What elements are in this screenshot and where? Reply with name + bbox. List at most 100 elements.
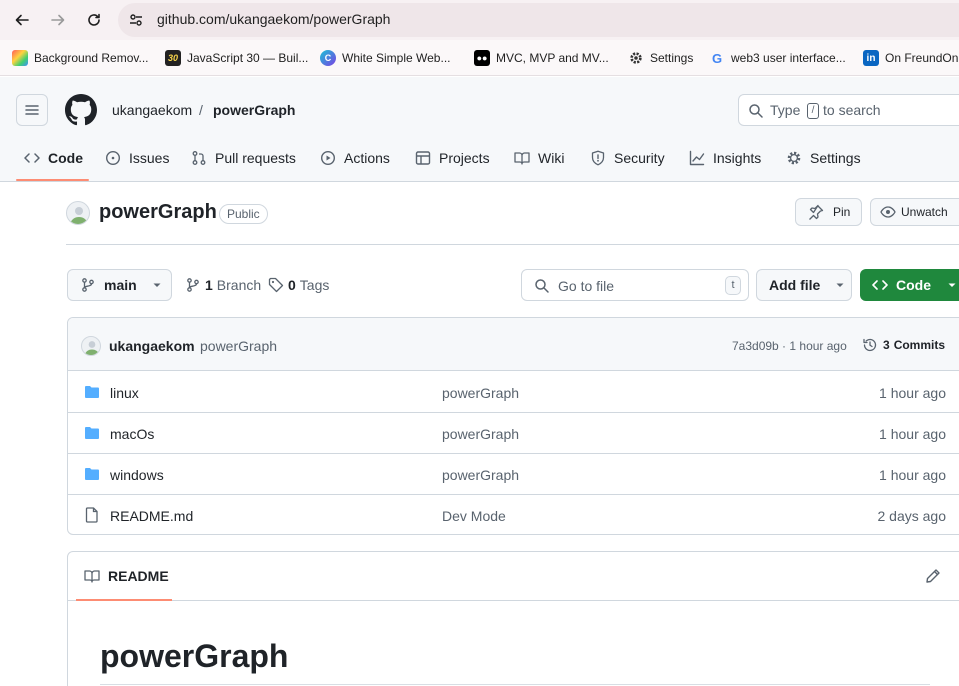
tab-label: Security bbox=[614, 150, 665, 166]
branch-count: 1 bbox=[205, 277, 213, 293]
table-row[interactable]: macOs powerGraph 1 hour ago bbox=[68, 413, 959, 454]
bookmark-item[interactable]: C White Simple Web... bbox=[320, 49, 450, 67]
tag-count: 0 bbox=[288, 277, 296, 293]
global-menu-button[interactable] bbox=[16, 94, 48, 126]
bookmark-label: On FreundOn bbox=[885, 51, 959, 65]
file-age: 2 days ago bbox=[877, 508, 947, 524]
search-icon bbox=[749, 104, 763, 118]
tab-security[interactable]: Security bbox=[590, 148, 665, 168]
divider bbox=[100, 684, 930, 685]
tab-settings[interactable]: Settings bbox=[786, 148, 861, 168]
tab-label: Actions bbox=[344, 150, 390, 166]
tab-label: Code bbox=[48, 150, 83, 166]
branch-selector[interactable]: main bbox=[67, 269, 172, 301]
github-logo-icon[interactable] bbox=[65, 94, 97, 126]
reload-button[interactable] bbox=[80, 6, 108, 34]
branch-icon bbox=[187, 278, 199, 292]
book-icon bbox=[514, 152, 530, 165]
forward-button[interactable] bbox=[44, 6, 72, 34]
bookmark-label: Settings bbox=[650, 51, 694, 65]
tab-code[interactable]: Code bbox=[24, 148, 83, 168]
tab-label: Insights bbox=[713, 150, 762, 166]
bookmark-item[interactable]: Background Remov... bbox=[12, 49, 149, 67]
search-input[interactable]: Type / to search bbox=[738, 94, 959, 126]
readme-tab-label: README bbox=[108, 568, 169, 584]
search-suffix: to search bbox=[823, 102, 881, 118]
arrow-left-icon bbox=[15, 14, 29, 26]
code-dropdown-button[interactable]: Code bbox=[860, 269, 959, 301]
table-row[interactable]: linux powerGraph 1 hour ago bbox=[68, 372, 959, 413]
repo-title[interactable]: powerGraph bbox=[99, 201, 217, 224]
back-button[interactable] bbox=[8, 6, 36, 34]
readme-panel: README powerGraph bbox=[67, 551, 959, 686]
readme-heading: powerGraph bbox=[100, 638, 289, 674]
issue-icon bbox=[105, 150, 121, 166]
commit-sha-time[interactable]: 7a3d09b · 1 hour ago bbox=[732, 339, 847, 353]
add-file-button[interactable]: Add file bbox=[756, 269, 852, 301]
triangle-down-icon bbox=[836, 283, 844, 287]
linkedin-icon: in bbox=[863, 50, 879, 66]
tag-label: Tags bbox=[299, 277, 330, 293]
table-row[interactable]: README.md Dev Mode 2 days ago bbox=[68, 495, 959, 534]
tags-link[interactable]: 0 Tags bbox=[268, 277, 329, 293]
folder-icon bbox=[85, 427, 99, 439]
file-name[interactable]: windows bbox=[110, 467, 164, 483]
owner-link[interactable]: ukangaekom bbox=[112, 102, 192, 118]
bookmark-item[interactable]: in On FreundOn bbox=[863, 49, 958, 67]
url-text[interactable]: github.com/ukangaekom/powerGraph bbox=[157, 11, 390, 27]
bookmark-item[interactable]: 30 JavaScript 30 — Buil... bbox=[165, 49, 308, 67]
avatar[interactable] bbox=[81, 336, 101, 356]
tab-projects[interactable]: Projects bbox=[415, 148, 490, 168]
go-to-file-input[interactable]: Go to file t bbox=[521, 269, 749, 301]
unwatch-button[interactable]: Unwatch bbox=[870, 198, 959, 226]
pin-button[interactable]: Pin bbox=[795, 198, 862, 226]
tab-wiki[interactable]: Wiki bbox=[514, 148, 564, 168]
pin-label: Pin bbox=[833, 205, 851, 219]
branches-link[interactable]: 1 Branch bbox=[185, 277, 261, 293]
google-icon: G bbox=[711, 50, 723, 66]
tag-icon bbox=[268, 277, 284, 293]
go-to-file-shortcut: t bbox=[725, 276, 741, 295]
file-name[interactable]: linux bbox=[110, 385, 139, 401]
tab-label: Issues bbox=[129, 150, 170, 166]
repo-link[interactable]: powerGraph bbox=[213, 102, 295, 118]
file-age: 1 hour ago bbox=[879, 467, 946, 483]
divider bbox=[66, 244, 959, 245]
tab-pull-requests[interactable]: Pull requests bbox=[191, 148, 296, 168]
file-name[interactable]: README.md bbox=[110, 508, 193, 524]
table-row[interactable]: windows powerGraph 1 hour ago bbox=[68, 454, 959, 495]
active-tab-indicator bbox=[76, 599, 172, 601]
folder-icon bbox=[85, 468, 99, 480]
branch-label: Branch bbox=[216, 277, 262, 293]
file-commit-message[interactable]: powerGraph bbox=[442, 385, 519, 401]
pin-icon bbox=[809, 204, 824, 220]
commit-message[interactable]: powerGraph bbox=[200, 338, 277, 354]
file-name[interactable]: macOs bbox=[110, 426, 154, 442]
readme-tab[interactable]: README bbox=[84, 568, 169, 584]
bookmark-item[interactable]: Settings bbox=[628, 49, 693, 67]
pencil-icon[interactable] bbox=[925, 568, 941, 584]
owner-avatar[interactable] bbox=[66, 201, 90, 225]
file-table: ukangaekom powerGraph 7a3d09b · 1 hour a… bbox=[67, 317, 959, 535]
arrow-right-icon bbox=[51, 14, 65, 26]
commits-link[interactable]: 3 Commits bbox=[862, 337, 945, 353]
tab-insights[interactable]: Insights bbox=[689, 148, 761, 168]
history-icon bbox=[863, 338, 877, 352]
bookmark-item[interactable]: G web3 user interface... bbox=[709, 49, 846, 67]
file-commit-message[interactable]: powerGraph bbox=[442, 426, 519, 442]
bookmark-item[interactable]: ●● MVC, MVP and MV... bbox=[474, 49, 609, 67]
file-age: 1 hour ago bbox=[879, 426, 946, 442]
commit-author[interactable]: ukangaekom bbox=[109, 338, 195, 354]
file-commit-message[interactable]: powerGraph bbox=[442, 467, 519, 483]
search-icon bbox=[535, 279, 549, 293]
latest-commit-row: ukangaekom powerGraph 7a3d09b · 1 hour a… bbox=[68, 318, 959, 371]
bookmark-label: web3 user interface... bbox=[731, 51, 846, 65]
tab-actions[interactable]: Actions bbox=[320, 148, 390, 168]
tab-issues[interactable]: Issues bbox=[105, 148, 169, 168]
gear-icon bbox=[628, 50, 644, 66]
book-icon bbox=[84, 570, 100, 583]
site-info-icon[interactable] bbox=[128, 12, 144, 28]
bookmark-label: White Simple Web... bbox=[342, 51, 451, 65]
unwatch-label: Unwatch bbox=[901, 205, 948, 219]
file-commit-message[interactable]: Dev Mode bbox=[442, 508, 506, 524]
